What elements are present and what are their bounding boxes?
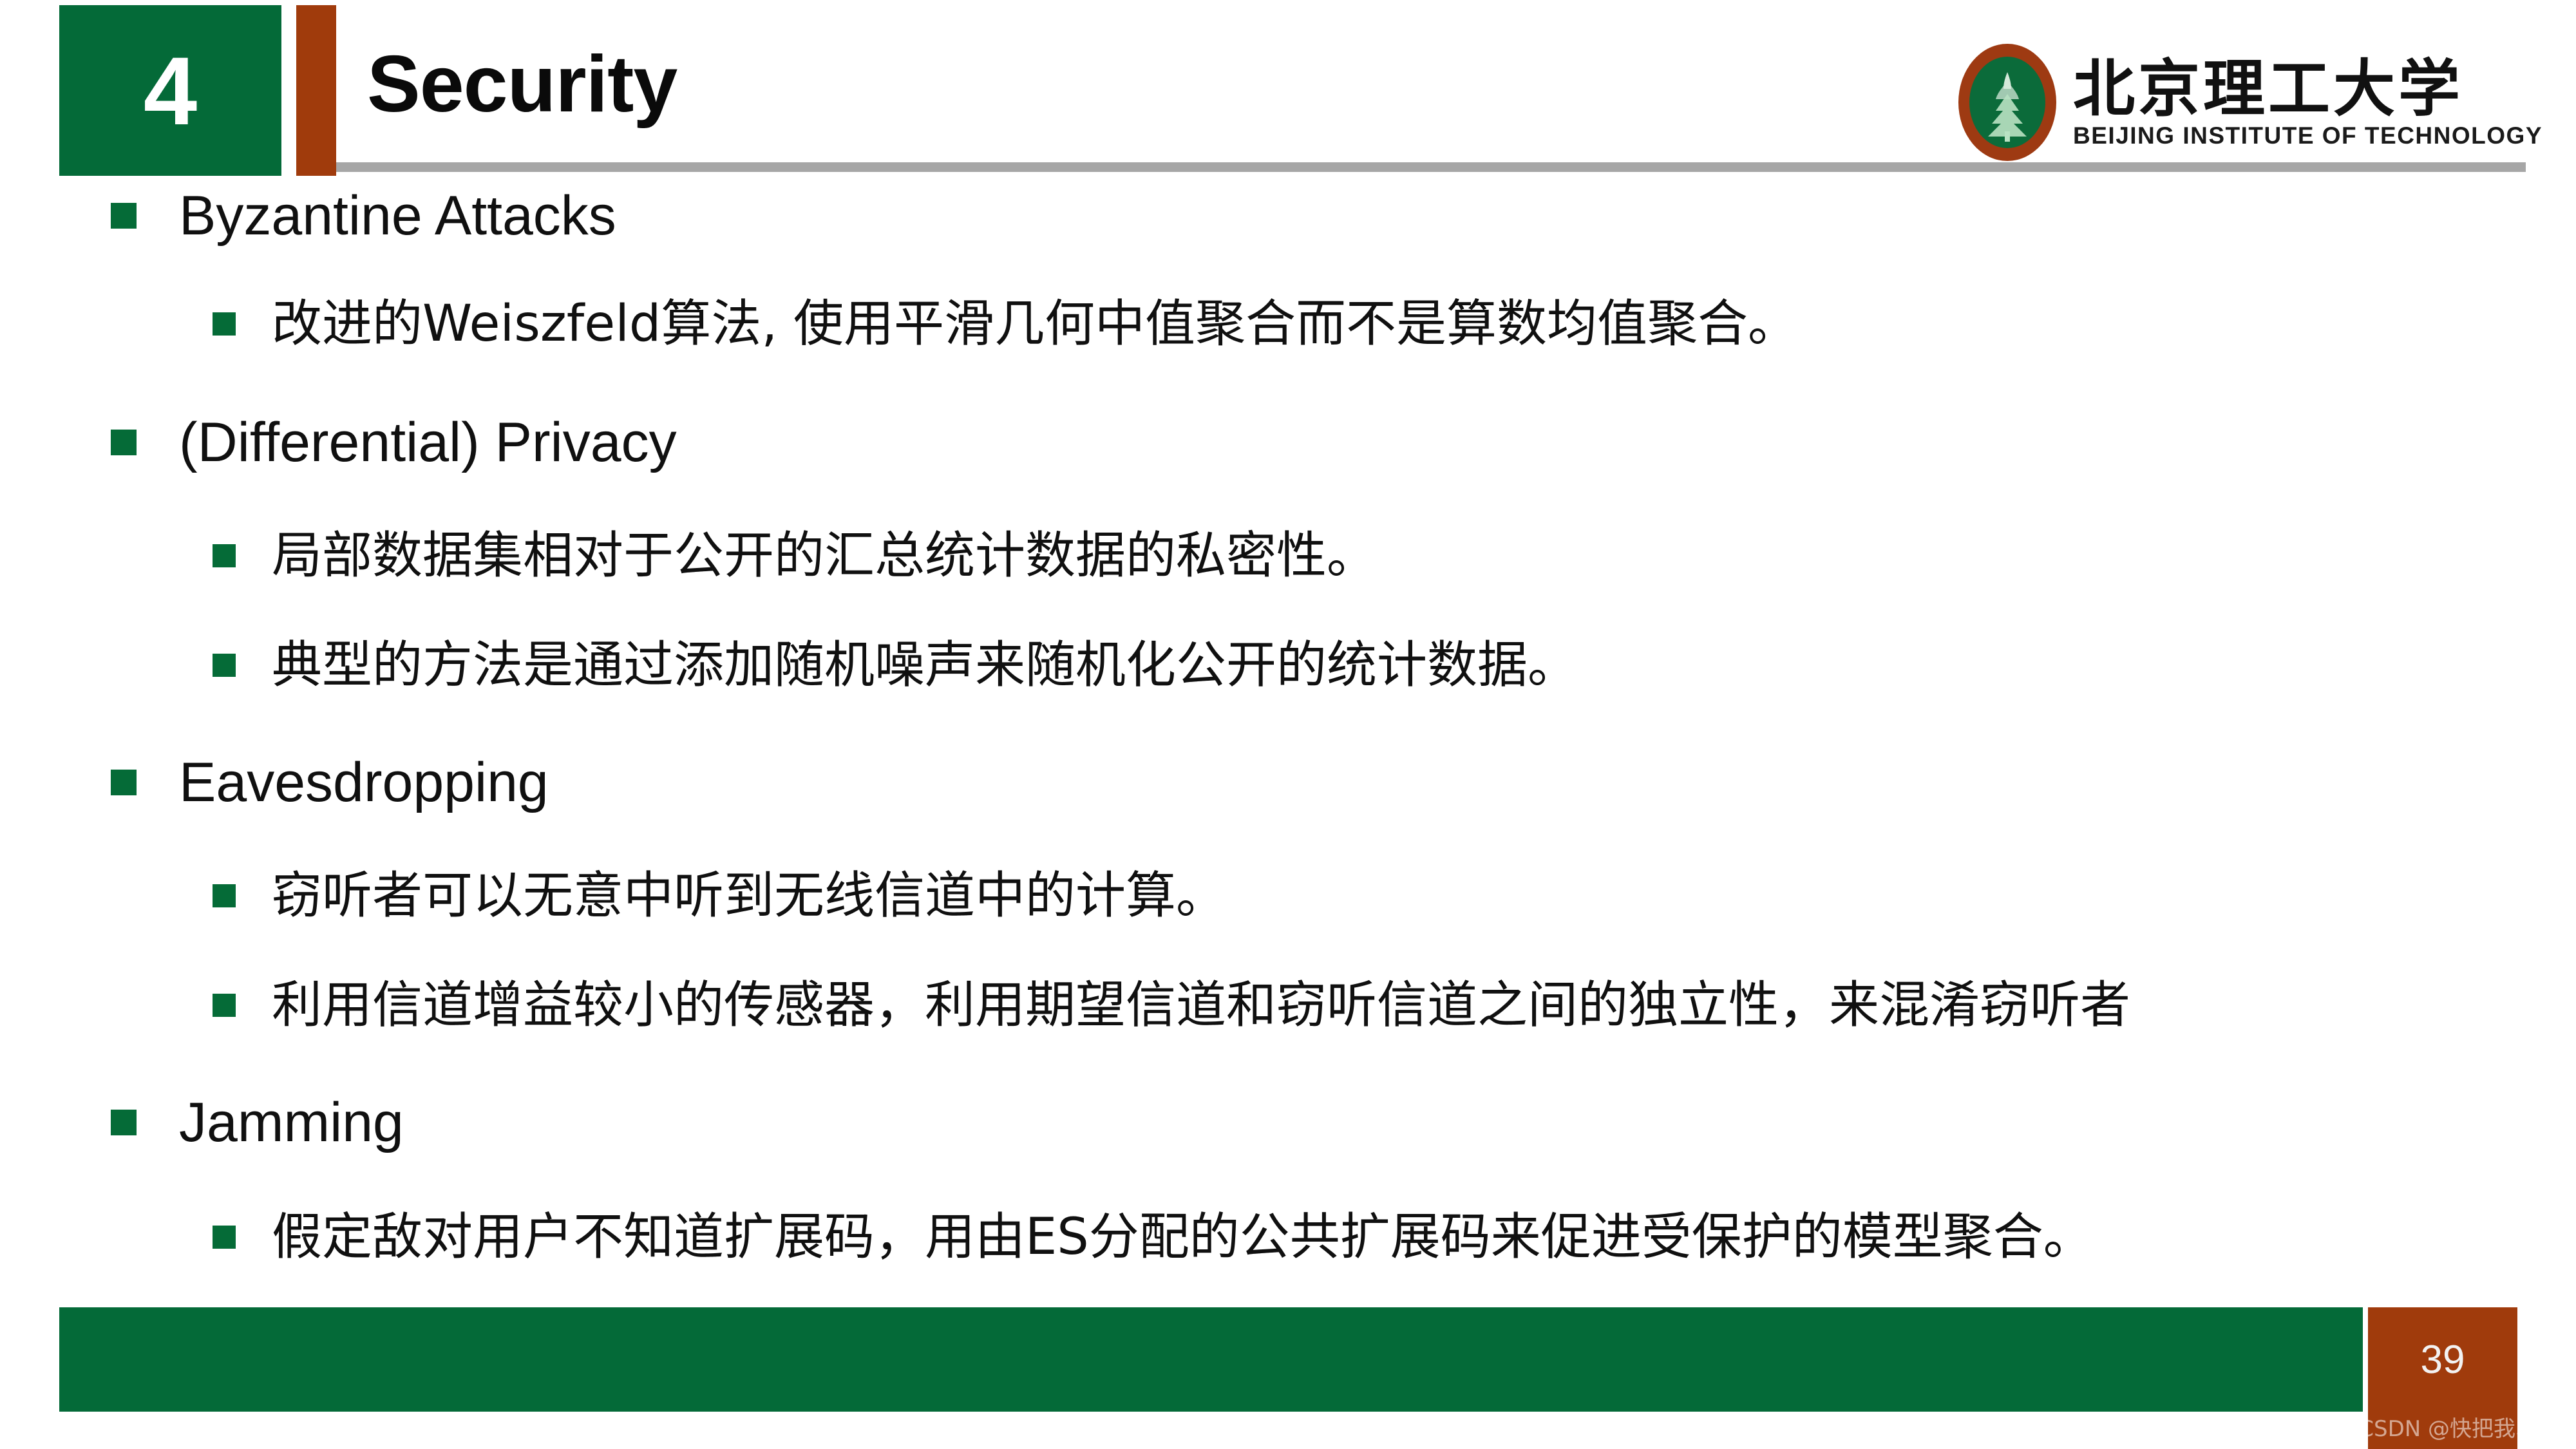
logo-name-cn: 北京理工大学 (2073, 52, 2464, 125)
bullet-marker-icon (213, 544, 236, 567)
bullet-marker-icon (213, 312, 236, 336)
bullet-text: 改进的Weiszfeld算法, 使用平滑几何中值聚合而不是算数均值聚合。 (272, 295, 1799, 353)
bullet-text: 窃听者可以无意中听到无线信道中的计算。 (272, 867, 1227, 925)
bullet-text: Byzantine Attacks (179, 185, 616, 247)
bullet-marker-icon (111, 1110, 137, 1135)
university-seal-icon (1958, 44, 2057, 161)
bullet-item: (Differential) Privacy (111, 410, 677, 475)
page-number: 39 (2420, 1337, 2465, 1382)
bullet-text: 典型的方法是通过添加随机噪声来随机化公开的统计数据。 (272, 636, 1578, 694)
bullet-item: Byzantine Attacks (111, 184, 616, 248)
bullet-item: 假定敌对用户不知道扩展码，用由ES分配的公共扩展码来促进受保护的模型聚合。 (213, 1206, 2094, 1268)
bullet-item: 局部数据集相对于公开的汇总统计数据的私密性。 (213, 525, 1377, 587)
bullet-marker-icon (111, 430, 137, 455)
bullet-marker-icon (213, 1226, 236, 1249)
slide-body: Byzantine Attacks 改进的Weiszfeld算法, 使用平滑几何… (0, 184, 2576, 1298)
bullet-item: 窃听者可以无意中听到无线信道中的计算。 (213, 865, 1226, 927)
bullet-marker-icon (111, 203, 137, 229)
bullet-text: (Differential) Privacy (179, 412, 677, 473)
bullet-marker-icon (213, 994, 236, 1017)
bullet-item: 利用信道增益较小的传感器，利用期望信道和窃听信道之间的独立性，来混淆窃听者 (213, 974, 2130, 1036)
presentation-slide: 4 Security 北京理工大学 BEIJING INSTITUTE OF T… (0, 0, 2576, 1449)
header-divider (336, 162, 2526, 172)
header-accent-bar (296, 5, 336, 176)
university-logo: 北京理工大学 BEIJING INSTITUTE OF TECHNOLOGY (1958, 44, 2543, 161)
footer-bar (59, 1307, 2363, 1412)
bullet-item: Eavesdropping (111, 750, 549, 815)
bullet-text: 局部数据集相对于公开的汇总统计数据的私密性。 (272, 527, 1378, 585)
slide-header: 4 Security 北京理工大学 BEIJING INSTITUTE OF T… (0, 0, 2576, 176)
watermark: CSDN @快把我骂醒 (2358, 1416, 2559, 1442)
section-number: 4 (143, 36, 198, 145)
bullet-text: Jamming (179, 1092, 404, 1153)
bullet-item: 典型的方法是通过添加随机噪声来随机化公开的统计数据。 (213, 634, 1578, 696)
logo-name-en: BEIJING INSTITUTE OF TECHNOLOGY (2073, 122, 2543, 149)
bullet-item: Jamming (111, 1090, 404, 1155)
bullet-marker-icon (213, 654, 236, 677)
bullet-text: 利用信道增益较小的传感器，利用期望信道和窃听信道之间的独立性，来混淆窃听者 (272, 976, 2131, 1034)
bullet-marker-icon (213, 884, 236, 907)
bullet-text: 假定敌对用户不知道扩展码，用由ES分配的公共扩展码来促进受保护的模型聚合。 (272, 1208, 2094, 1266)
bullet-marker-icon (111, 770, 137, 795)
bullet-text: Eavesdropping (179, 752, 549, 813)
page-title: Security (367, 40, 677, 129)
bullet-item: 改进的Weiszfeld算法, 使用平滑几何中值聚合而不是算数均值聚合。 (213, 293, 1798, 355)
